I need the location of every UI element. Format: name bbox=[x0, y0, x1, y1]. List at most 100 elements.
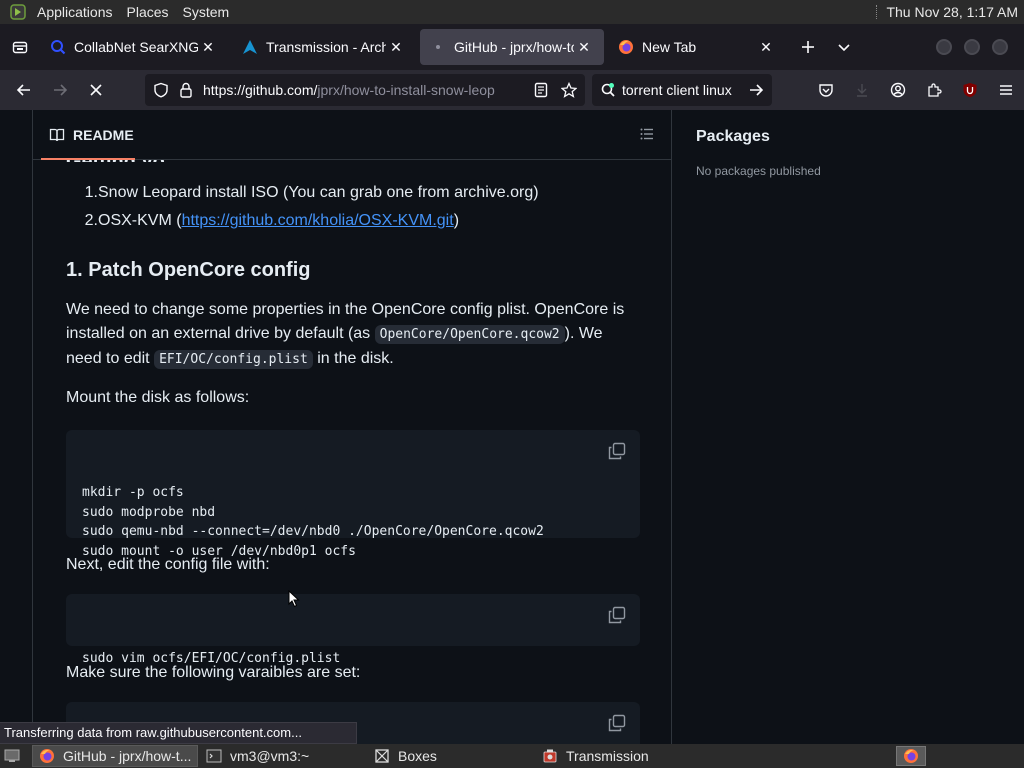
table-of-contents-icon[interactable] bbox=[639, 126, 655, 142]
back-button[interactable] bbox=[6, 74, 42, 106]
extensions-button[interactable] bbox=[916, 74, 952, 106]
url-path: jprx/how-to-install-snow-leop bbox=[317, 82, 495, 98]
requirements-list: 1. Snow Leopard install ISO (You can gra… bbox=[66, 181, 539, 237]
paragraph-mount: Mount the disk as follows: bbox=[66, 389, 250, 406]
app-menu-button[interactable] bbox=[988, 74, 1024, 106]
inline-code: EFI/OC/config.plist bbox=[154, 350, 313, 369]
applications-menu[interactable]: Applications bbox=[30, 0, 120, 24]
task-terminal[interactable]: vm3@vm3:~ bbox=[200, 745, 366, 767]
places-menu[interactable]: Places bbox=[120, 0, 176, 24]
packages-empty-text: No packages published bbox=[696, 164, 821, 178]
readme-panel: Getting yo 1. Snow Leopard install ISO (… bbox=[32, 110, 672, 744]
tab-transmission-archwiki[interactable]: Transmission - ArchW ✕ bbox=[232, 29, 416, 65]
task-label: Transmission bbox=[566, 748, 649, 764]
search-bar[interactable]: torrent client linux bbox=[592, 74, 772, 106]
puzzle-icon bbox=[928, 83, 942, 97]
firefox-tray-icon bbox=[904, 749, 918, 763]
chevron-down-icon bbox=[838, 44, 850, 52]
firefox-view-icon bbox=[12, 41, 28, 54]
bottom-taskbar: GitHub - jprx/how-t... vm3@vm3:~ Boxes T… bbox=[0, 744, 1024, 768]
repo-sidebar: Packages No packages published bbox=[696, 128, 996, 178]
list-text: Snow Leopard install ISO (You can grab o… bbox=[98, 184, 539, 201]
lock-icon[interactable] bbox=[179, 82, 193, 98]
ublock-shield-icon bbox=[963, 83, 977, 98]
window-controls bbox=[936, 39, 1024, 55]
archlinux-favicon-icon bbox=[243, 40, 257, 54]
task-github-firefox[interactable]: GitHub - jprx/how-t... bbox=[32, 745, 198, 767]
forward-button[interactable] bbox=[42, 74, 78, 106]
osx-kvm-link[interactable]: https://github.com/kholia/OSX-KVM.git bbox=[182, 212, 454, 229]
search-engine-icon bbox=[601, 83, 615, 97]
book-icon bbox=[49, 128, 65, 141]
task-label: GitHub - jprx/how-t... bbox=[63, 748, 191, 764]
hamburger-menu-icon bbox=[1000, 85, 1012, 95]
paragraph-variables: Make sure the following varaibles are se… bbox=[66, 664, 361, 681]
tab-github-jprx[interactable]: GitHub - jprx/how-to- ✕ bbox=[420, 29, 604, 65]
stop-loading-button[interactable] bbox=[78, 74, 114, 106]
show-desktop-button[interactable] bbox=[0, 744, 24, 768]
downloads-button[interactable] bbox=[844, 74, 880, 106]
active-tab-underline bbox=[41, 158, 135, 160]
close-tab-icon[interactable]: ✕ bbox=[386, 37, 406, 57]
tab-label: CollabNet SearXNG bbox=[74, 39, 198, 55]
url-host: https://github.com/ bbox=[203, 82, 318, 98]
loading-dot-icon bbox=[436, 45, 440, 49]
applications-logo-icon[interactable] bbox=[10, 4, 26, 20]
list-item: 1. Snow Leopard install ISO (You can gra… bbox=[66, 181, 539, 209]
new-tab-button[interactable] bbox=[790, 29, 826, 65]
list-number: 1. bbox=[84, 184, 98, 201]
status-panel: Transferring data from raw.githubusercon… bbox=[0, 722, 357, 744]
tab-bar: CollabNet SearXNG ✕ Transmission - ArchW… bbox=[0, 24, 1024, 70]
pocket-icon bbox=[819, 84, 833, 97]
copy-icon[interactable] bbox=[608, 606, 626, 624]
url-text[interactable]: https://github.com/jprx/how-to-install-s… bbox=[203, 82, 525, 98]
section-heading: 1. Patch OpenCore config bbox=[66, 259, 311, 281]
minimize-button[interactable] bbox=[936, 39, 952, 55]
close-tab-icon[interactable]: ✕ bbox=[756, 37, 776, 57]
close-tab-icon[interactable]: ✕ bbox=[574, 37, 594, 57]
list-all-tabs-button[interactable] bbox=[826, 29, 862, 65]
task-boxes[interactable]: Boxes bbox=[368, 745, 534, 767]
boxes-icon bbox=[375, 749, 389, 763]
task-transmission[interactable]: Transmission bbox=[536, 745, 702, 767]
code-text: mkdir -p ocfs sudo modprobe nbd sudo qem… bbox=[82, 485, 544, 559]
copy-icon[interactable] bbox=[608, 442, 626, 460]
url-bar[interactable]: https://github.com/jprx/how-to-install-s… bbox=[145, 74, 585, 106]
tray-firefox[interactable] bbox=[896, 746, 926, 766]
mouse-cursor-icon bbox=[288, 590, 300, 608]
packages-heading[interactable]: Packages bbox=[696, 128, 996, 146]
task-label: vm3@vm3:~ bbox=[230, 748, 310, 764]
close-tab-icon[interactable]: ✕ bbox=[198, 37, 218, 57]
ublock-origin-button[interactable] bbox=[952, 74, 988, 106]
clock[interactable]: Thu Nov 28, 1:17 AM bbox=[876, 4, 1024, 20]
close-window-button[interactable] bbox=[992, 39, 1008, 55]
paragraph-opencore: We need to change some properties in the… bbox=[66, 298, 640, 372]
system-menu[interactable]: System bbox=[176, 0, 237, 24]
tab-new-tab[interactable]: New Tab ✕ bbox=[608, 29, 786, 65]
readme-tab-title[interactable]: README bbox=[73, 127, 134, 143]
firefox-favicon-icon bbox=[619, 40, 633, 54]
copy-icon[interactable] bbox=[608, 714, 626, 732]
account-icon bbox=[890, 82, 906, 98]
account-button[interactable] bbox=[880, 74, 916, 106]
tab-label: GitHub - jprx/how-to- bbox=[454, 39, 574, 55]
searxng-favicon-icon bbox=[51, 40, 66, 55]
list-text: OSX-KVM (https://github.com/kholia/OSX-K… bbox=[98, 209, 459, 237]
tab-collabnet-searxng[interactable]: CollabNet SearXNG ✕ bbox=[40, 29, 228, 65]
go-arrow-icon[interactable] bbox=[748, 82, 764, 98]
maximize-button[interactable] bbox=[964, 39, 980, 55]
tab-label: Transmission - ArchW bbox=[266, 39, 386, 55]
pocket-button[interactable] bbox=[808, 74, 844, 106]
firefox-icon bbox=[40, 749, 54, 763]
tracking-protection-shield-icon[interactable] bbox=[153, 82, 169, 98]
paragraph-text: in the disk. bbox=[312, 350, 394, 367]
search-input[interactable]: torrent client linux bbox=[622, 82, 748, 98]
readme-header: README bbox=[33, 110, 671, 160]
bookmark-star-icon[interactable] bbox=[561, 82, 577, 98]
inline-code: OpenCore/OpenCore.qcow2 bbox=[374, 325, 565, 344]
code-block-vim: sudo vim ocfs/EFI/OC/config.plist bbox=[66, 594, 640, 666]
list-text-prefix: OSX-KVM ( bbox=[98, 212, 182, 229]
reader-view-icon[interactable] bbox=[533, 82, 549, 98]
firefox-view-button[interactable] bbox=[0, 24, 40, 70]
list-item: 2. OSX-KVM (https://github.com/kholia/OS… bbox=[66, 209, 539, 237]
